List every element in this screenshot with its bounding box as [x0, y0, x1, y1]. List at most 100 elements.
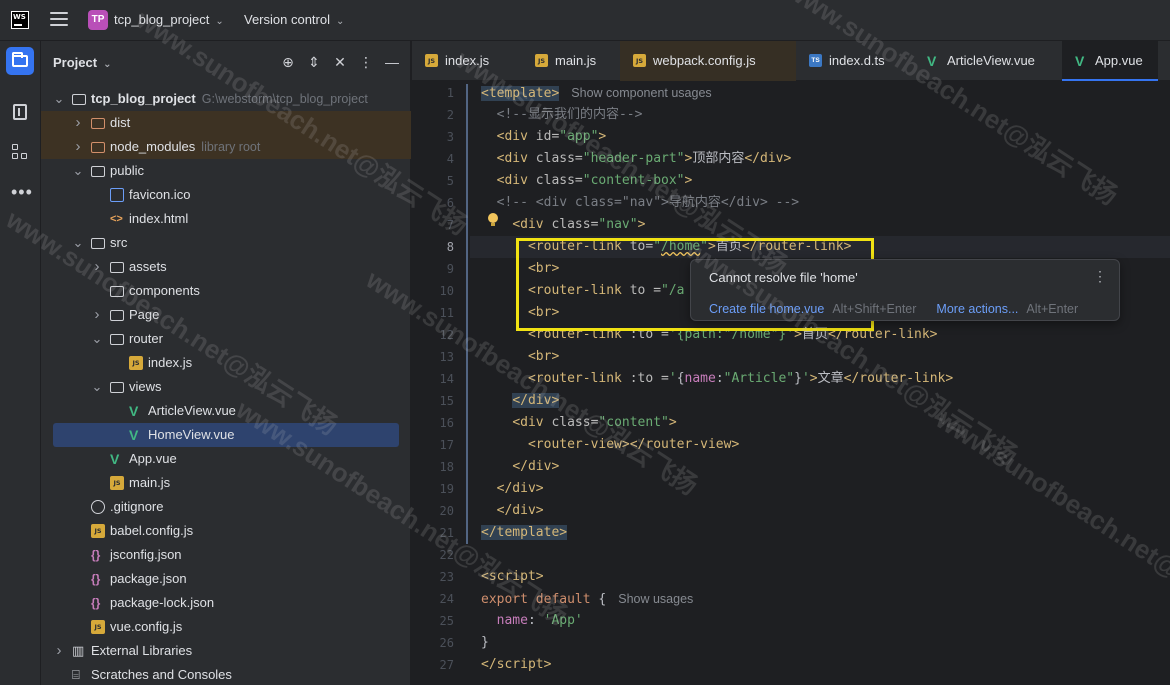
- js-file-icon: JS: [110, 476, 124, 490]
- tree-item-hint: G:\webstorm\tcp_blog_project: [201, 92, 368, 106]
- tree-item[interactable]: components: [41, 279, 411, 303]
- tree-item[interactable]: › Page: [41, 303, 411, 327]
- chevron-right-icon[interactable]: ›: [72, 111, 84, 135]
- line-number: 1: [446, 86, 454, 100]
- project-tree: ⌄ tcp_blog_project G:\webstorm\tcp_blog_pr…: [41, 87, 411, 685]
- inlay-hint[interactable]: Show component usages: [571, 86, 711, 100]
- folder-icon: [110, 310, 124, 321]
- comment: <!--显示我们的内容-->: [496, 107, 643, 122]
- vue-file-icon: V: [129, 427, 139, 443]
- inlay-hint[interactable]: Show usages: [618, 592, 693, 606]
- folder-icon: [72, 94, 86, 105]
- tree-item[interactable]: JS babel.config.js: [41, 519, 411, 543]
- tree-item[interactable]: ⌄ src: [41, 231, 411, 255]
- chevron-right-icon[interactable]: ›: [72, 135, 84, 159]
- more-tools-button[interactable]: •••: [6, 178, 34, 206]
- tree-item-label: Scratches and Consoles: [91, 667, 232, 682]
- chevron-right-icon[interactable]: ›: [53, 639, 65, 663]
- tree-item[interactable]: ⌸ Scratches and Consoles: [41, 663, 411, 685]
- hide-icon[interactable]: —: [379, 52, 405, 72]
- code-line-27: </script>: [481, 657, 552, 672]
- code-line-19: </div>: [496, 481, 544, 496]
- line-number: 27: [439, 658, 454, 672]
- tree-item[interactable]: {} package.json: [41, 567, 411, 591]
- line-number: 3: [446, 130, 454, 144]
- tree-item[interactable]: JS vue.config.js: [41, 615, 411, 639]
- version-control-menu[interactable]: Version control ⌄: [244, 12, 344, 27]
- tree-item[interactable]: › node_modules library root: [41, 135, 411, 159]
- tree-item[interactable]: favicon.ico: [41, 183, 411, 207]
- tree-item[interactable]: ⌄ views: [41, 375, 411, 399]
- tree-item[interactable]: V App.vue: [41, 447, 411, 471]
- line-number: 10: [439, 284, 454, 298]
- tree-item[interactable]: V ArticleView.vue: [41, 399, 411, 423]
- more-vertical-icon[interactable]: ⋮: [1093, 268, 1107, 285]
- code-line-16: <div class="content">: [512, 415, 677, 430]
- tree-item-hint: library root: [201, 140, 261, 154]
- js-file-icon: JS: [633, 54, 646, 67]
- chevron-right-icon[interactable]: ›: [91, 303, 103, 327]
- chevron-down-icon[interactable]: ⌄: [72, 159, 84, 183]
- code-editor[interactable]: 1 2 3 4 5 6 7 8 9 10 11 12 13 14 15 16 17 18 19 20 21 22 23 24 2…: [412, 82, 1170, 685]
- code-line-14: <router-link :to ='{name:"Article"}'>文章<…: [527, 371, 954, 386]
- vue-file-icon: V: [927, 53, 937, 69]
- main-menu-icon[interactable]: [50, 12, 68, 28]
- library-icon: ▥: [72, 643, 85, 658]
- tree-item[interactable]: {} jsconfig.json: [41, 543, 411, 567]
- locate-icon[interactable]: ⊕: [275, 52, 301, 72]
- folder-icon: [110, 334, 124, 345]
- tree-item[interactable]: › ▥ External Libraries: [41, 639, 411, 663]
- chevron-down-icon[interactable]: ⌄: [53, 87, 65, 111]
- editor-tab[interactable]: JS webpack.config.js: [620, 41, 796, 81]
- editor-tab[interactable]: V App.vue: [1062, 41, 1158, 81]
- editor-tab[interactable]: V ArticleView.vue: [914, 41, 1062, 81]
- tool-window-stripe: •••: [0, 41, 41, 685]
- logo-text: WS: [13, 13, 26, 21]
- code-line-4: <div class="header-part">顶部内容</div>: [496, 151, 792, 166]
- tree-item[interactable]: V HomeView.vue: [53, 423, 399, 447]
- title-bar: WS TP tcp_blog_project ⌄ Version control ⌄: [0, 0, 1170, 41]
- project-badge[interactable]: TP: [88, 10, 108, 30]
- project-switcher[interactable]: tcp_blog_project ⌄: [114, 12, 224, 27]
- tree-item-label: dist: [110, 115, 131, 130]
- chevron-down-icon[interactable]: ⌄: [72, 231, 84, 255]
- tree-item[interactable]: JS index.js: [41, 351, 411, 375]
- chevron-down-icon[interactable]: ⌄: [91, 375, 103, 399]
- folder-icon: [110, 262, 124, 273]
- tree-item[interactable]: › dist: [41, 111, 411, 135]
- editor-tab[interactable]: JS main.js: [522, 41, 620, 81]
- excluded-folder-icon: [91, 118, 105, 129]
- html-file-icon: <>: [110, 213, 123, 225]
- tree-item[interactable]: ⌄ tcp_blog_project G:\webstorm\tcp_blog_pr…: [41, 87, 411, 111]
- tree-item[interactable]: .gitignore: [41, 495, 411, 519]
- tree-item-label: tcp_blog_project: [91, 91, 196, 106]
- options-icon[interactable]: ⋮: [353, 52, 379, 72]
- structure-tool-button[interactable]: [6, 98, 34, 126]
- tree-item[interactable]: <> index.html: [41, 207, 411, 231]
- tree-item[interactable]: ⌄ public: [41, 159, 411, 183]
- chevron-down-icon: ⌄: [215, 16, 224, 27]
- webstorm-logo[interactable]: WS: [11, 11, 29, 29]
- create-file-action[interactable]: Create file home.vue: [709, 302, 824, 316]
- tree-item[interactable]: {} package-lock.json: [41, 591, 411, 615]
- tree-item-label: src: [110, 235, 128, 250]
- expand-all-icon[interactable]: ⇕: [301, 52, 327, 72]
- editor-tab[interactable]: JS index.js: [412, 41, 522, 81]
- plugins-tool-button[interactable]: [6, 138, 34, 166]
- project-tool-window: Project ⌄ ⊕ ⇕ ✕ ⋮ — ⌄ tcp_blog_project G:\w…: [41, 41, 411, 685]
- tree-item-label: index.html: [129, 211, 189, 226]
- chevron-down-icon[interactable]: ⌄: [91, 327, 103, 351]
- collapse-all-icon[interactable]: ✕: [327, 52, 353, 72]
- chevron-right-icon[interactable]: ›: [91, 255, 103, 279]
- project-tool-button[interactable]: [6, 47, 34, 75]
- line-number: 17: [439, 438, 454, 452]
- line-number: 7: [446, 218, 454, 232]
- more-actions-link[interactable]: More actions...: [936, 302, 1018, 316]
- line-number: 12: [439, 328, 454, 342]
- structure-icon: [13, 104, 27, 120]
- project-view-selector[interactable]: Project ⌄: [53, 55, 111, 70]
- tree-item[interactable]: › assets: [41, 255, 411, 279]
- editor-tab[interactable]: TS index.d.ts: [796, 41, 914, 81]
- tree-item[interactable]: JS main.js: [41, 471, 411, 495]
- tree-item[interactable]: ⌄ router: [41, 327, 411, 351]
